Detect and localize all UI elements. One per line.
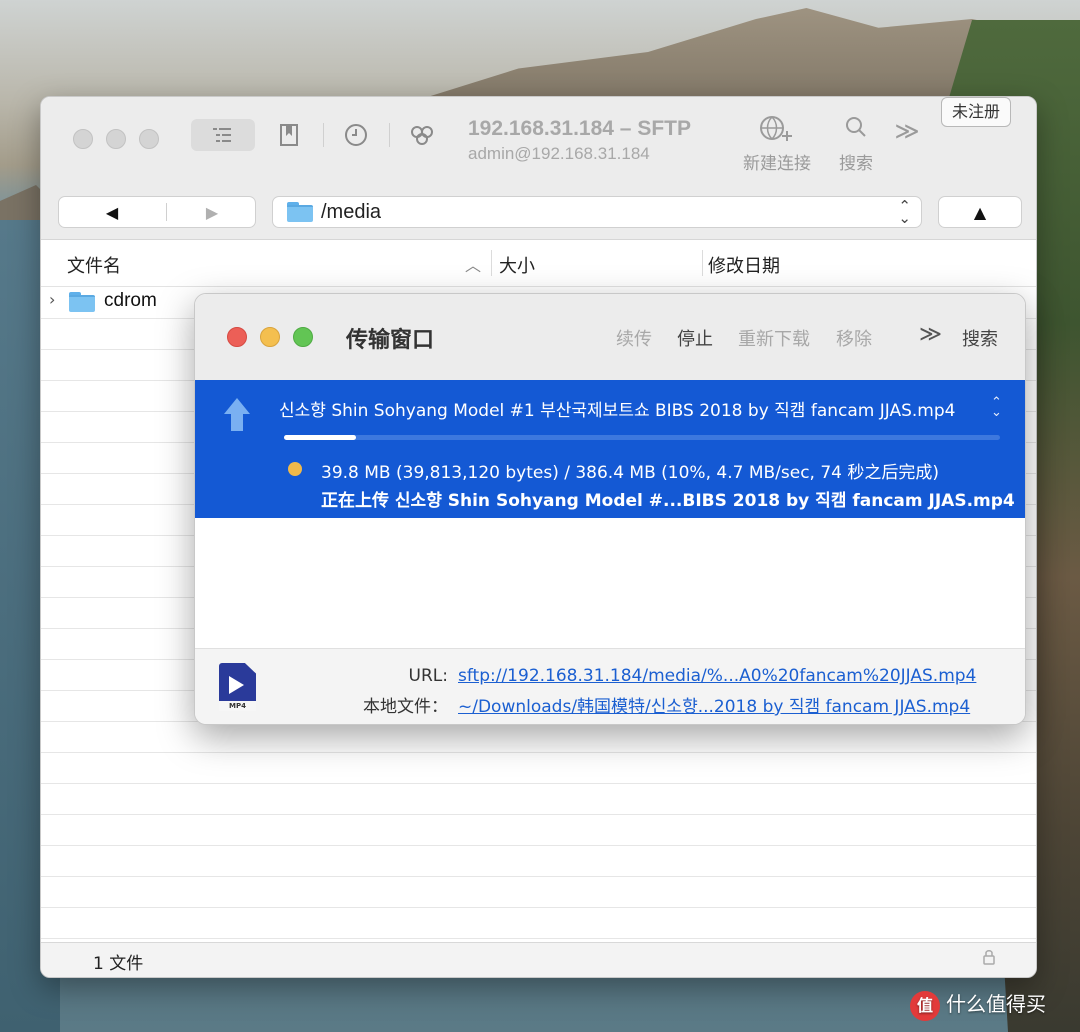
search-label: 搜索 [839,154,873,174]
zoom-window-button[interactable] [139,129,159,149]
empty-row [41,721,1036,753]
empty-row [41,845,1036,877]
local-file-label: 本地文件： [363,697,448,717]
transfer-status: 正在上传 신소향 Shin Sohyang Model #...BIBS 201… [321,491,1015,511]
column-separator[interactable] [491,250,492,276]
local-file-link[interactable]: ~/Downloads/韩国模特/신소향...2018 by 직캠 fancam… [458,692,970,717]
sidebar-toggle-icon[interactable] [191,119,255,151]
disclosure-chevron-icon[interactable]: › [49,290,55,309]
status-dot [288,462,302,476]
empty-row [41,907,1036,939]
empty-row [41,752,1036,784]
minimize-window-button[interactable] [260,327,280,347]
watermark-badge: 值 [910,990,940,1021]
transfer-item-selected[interactable]: 신소향 Shin Sohyang Model #1 부산국제보트쇼 BIBS 2… [195,380,1025,518]
zoom-window-button[interactable] [293,327,313,347]
transfer-progress-fill [284,435,356,440]
column-name[interactable]: 文件名 [67,252,121,278]
current-path: /media [321,200,382,223]
column-separator[interactable] [702,250,703,276]
transfer-details: MP4 URL: sftp://192.168.31.184/media/%..… [195,648,1025,724]
column-header: 文件名 ︿ 大小 修改日期 [41,240,1036,287]
file-type-label: MP4 [219,701,256,711]
empty-row [41,783,1036,815]
stop-button[interactable]: 停止 [677,325,713,351]
path-selector[interactable]: /media ⌃ ⌄ [272,196,922,228]
transfer-window-title: 传输窗口 [346,328,435,353]
close-window-button[interactable] [227,327,247,347]
window-subtitle: admin@192.168.31.184 [468,144,650,163]
back-forward-control: ◀ ▶ [58,196,256,228]
unregistered-button[interactable]: 未注册 [941,97,1012,127]
back-button[interactable]: ◀ [63,197,161,227]
toolbar-separator [323,123,324,147]
empty-row [41,876,1036,908]
transfer-titlebar: 传输窗口 续传 停止 重新下载 移除 ≫ 搜索 [195,294,1025,381]
file-name: cdrom [104,290,157,311]
column-size[interactable]: 大小 [499,252,535,278]
toolbar-overflow-button[interactable]: ≫ [893,115,921,147]
resume-button[interactable]: 续传 [616,325,652,351]
site-watermark: 值什么值得买 [910,988,1046,1021]
url-link[interactable]: sftp://192.168.31.184/media/%...A0%20fan… [458,666,976,686]
empty-row [41,814,1036,846]
mp4-file-icon: MP4 [219,663,256,711]
path-dropdown-icon[interactable]: ⌃ ⌄ [898,199,911,226]
redownload-button[interactable]: 重新下载 [738,325,810,351]
history-clock-icon[interactable] [341,119,371,151]
search-icon [831,115,881,147]
expand-stepper-icon[interactable]: ⌃ ⌄ [991,396,1002,419]
folder-icon [287,202,313,222]
url-label: URL: [408,666,448,686]
bookmark-icon[interactable] [275,119,303,151]
status-bar: 1 文件 [41,942,1036,977]
titlebar: 192.168.31.184 – SFTP admin@192.168.31.1… [41,97,1036,188]
parent-folder-button[interactable]: ▲ [938,196,1022,228]
watermark-text: 什么值得买 [946,992,1046,1016]
search-button[interactable]: 搜索 [962,325,998,351]
folder-icon [69,292,95,312]
globe-plus-icon [735,115,819,147]
lock-icon [982,949,996,969]
upload-arrow-icon [224,398,250,434]
navigation-bar: ◀ ▶ /media ⌃ ⌄ ▲ [41,187,1036,240]
chevron-double-right-icon[interactable]: ≫ [919,322,942,347]
item-count: 1 文件 [93,954,144,974]
transfer-filename: 신소향 Shin Sohyang Model #1 부산국제보트쇼 BIBS 2… [279,401,956,421]
new-connection-button[interactable]: 新建连接 [735,115,819,174]
column-modified[interactable]: 修改日期 [708,252,780,278]
transfer-stats: 39.8 MB (39,813,120 bytes) / 386.4 MB (1… [321,463,940,483]
window-title: 192.168.31.184 – SFTP [468,117,691,140]
toolbar-separator [389,123,390,147]
new-connection-label: 新建连接 [743,154,811,174]
remove-button[interactable]: 移除 [836,325,872,351]
bonjour-icon[interactable] [407,119,437,151]
minimize-window-button[interactable] [106,129,126,149]
transfer-progress-bar [284,435,1000,440]
forward-button[interactable]: ▶ [163,197,261,227]
search-button[interactable]: 搜索 [831,115,881,174]
close-window-button[interactable] [73,129,93,149]
sort-ascending-icon[interactable]: ︿ [465,252,481,276]
transfer-window: 传输窗口 续传 停止 重新下载 移除 ≫ 搜索 신소향 Shin Sohyang… [194,293,1026,725]
chevron-double-right-icon: ≫ [894,117,920,145]
